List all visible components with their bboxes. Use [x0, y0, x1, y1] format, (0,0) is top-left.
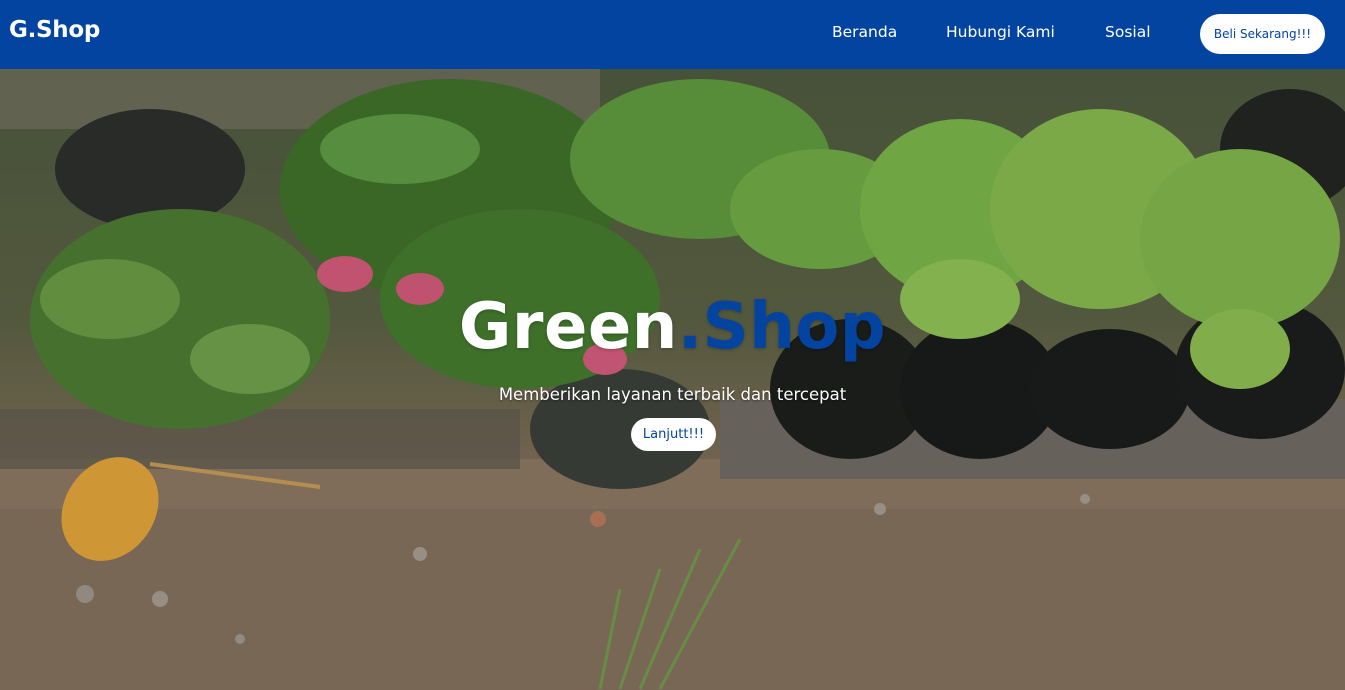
hero-section: Green.Shop Memberikan layanan terbaik da… [0, 69, 1345, 690]
hero-title-green: Green [458, 290, 678, 364]
brand-logo[interactable]: G.Shop [9, 17, 100, 43]
hero-subtitle: Memberikan layanan terbaik dan tercepat [498, 385, 847, 404]
nav-link-sosial[interactable]: Sosial [1105, 23, 1151, 41]
navbar: G.Shop Beranda Hubungi Kami Sosial Beli … [0, 0, 1345, 69]
nav-link-beranda[interactable]: Beranda [832, 23, 897, 41]
nav-link-hubungi-kami[interactable]: Hubungi Kami [946, 23, 1055, 41]
hero-background-image [0, 69, 1345, 690]
buy-now-button[interactable]: Beli Sekarang!!! [1200, 14, 1325, 54]
hero-title-shop: .Shop [677, 290, 887, 364]
continue-button[interactable]: Lanjutt!!! [631, 418, 716, 451]
hero-title: Green.Shop [0, 290, 1345, 364]
